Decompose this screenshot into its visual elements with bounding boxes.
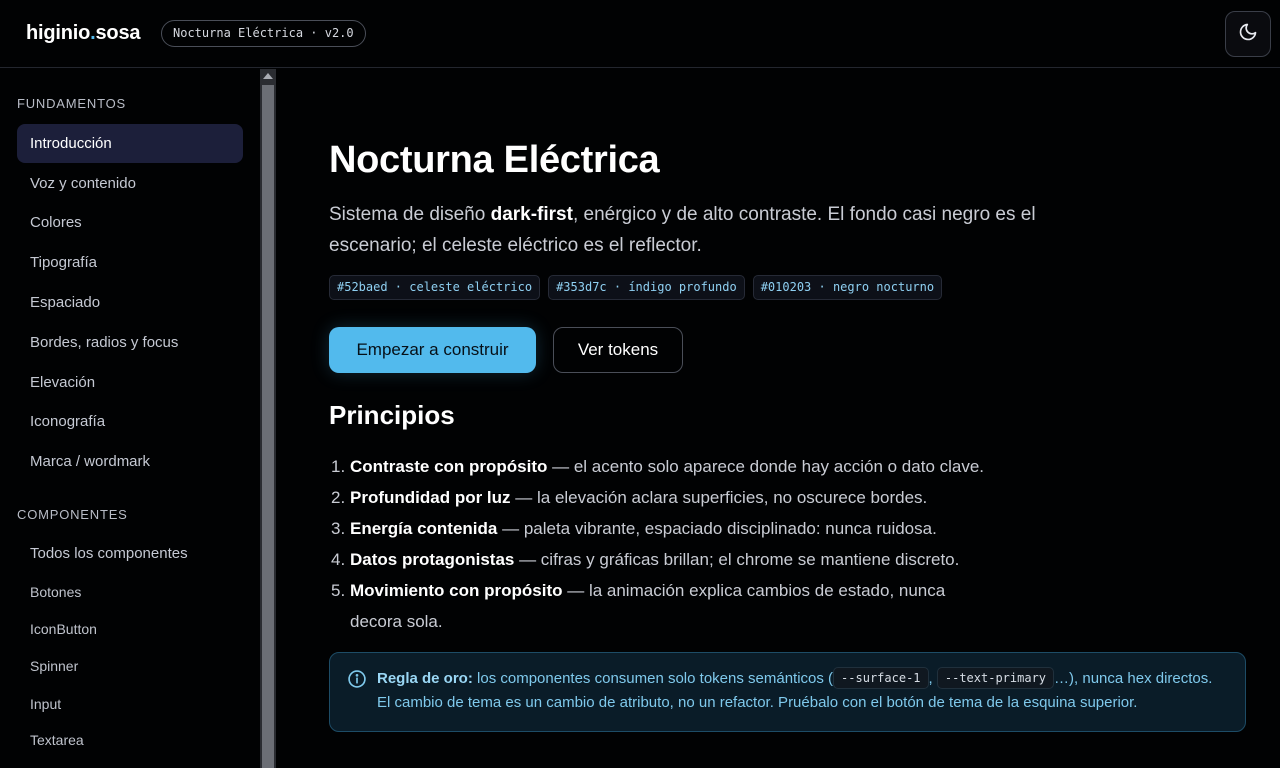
- scrollbar-thumb[interactable]: [262, 85, 274, 768]
- subtitle-text-start: Sistema de diseño: [329, 204, 491, 225]
- sidebar-scrollbar[interactable]: [260, 69, 276, 768]
- sidebar-item-todos-componentes[interactable]: Todos los componentes: [17, 534, 243, 573]
- sidebar-section-componentes: COMPONENTES: [17, 507, 128, 522]
- theme-toggle-button[interactable]: [1225, 11, 1271, 57]
- principle-title: Movimiento con propósito: [350, 581, 563, 600]
- sidebar-subitem-input[interactable]: Input: [30, 696, 61, 712]
- brand-surname: sosa: [95, 22, 141, 44]
- principle-title: Datos protagonistas: [350, 550, 515, 569]
- sidebar-subitem-iconbutton[interactable]: IconButton: [30, 621, 97, 637]
- principles-list: 1. Contraste con propósito — el acento so…: [329, 451, 1009, 637]
- sidebar-item-voz-y-contenido[interactable]: Voz y contenido: [17, 164, 243, 203]
- list-item: 4. Datos protagonistas — cifras y gráfica…: [329, 544, 1009, 575]
- principle-title: Profundidad por luz: [350, 488, 511, 507]
- sidebar-item-iconografia[interactable]: Iconografía: [17, 402, 243, 441]
- sidebar-subitem-spinner[interactable]: Spinner: [30, 658, 78, 674]
- page-subtitle: Sistema de diseño dark-first, enérgico y…: [329, 199, 1089, 261]
- sidebar-subitem-textarea[interactable]: Textarea: [30, 732, 84, 748]
- sidebar-item-bordes[interactable]: Bordes, radios y focus: [17, 323, 243, 362]
- sidebar-section-fundamentos: FUNDAMENTOS: [17, 96, 126, 111]
- sidebar-item-espaciado[interactable]: Espaciado: [17, 283, 243, 322]
- brand-name: higinio: [26, 22, 91, 44]
- callout-text: los componentes consumen solo tokens sem…: [472, 670, 834, 687]
- sidebar-item-elevacion[interactable]: Elevación: [17, 363, 243, 402]
- list-item: 2. Profundidad por luz — la elevación acl…: [329, 482, 1009, 513]
- principle-title: Energía contenida: [350, 519, 498, 538]
- info-icon: [347, 669, 367, 697]
- sidebar-item-marca[interactable]: Marca / wordmark: [17, 442, 243, 481]
- sidebar-subitem-botones[interactable]: Botones: [30, 584, 81, 600]
- principle-title: Contraste con propósito: [350, 457, 548, 476]
- list-number: 5.: [331, 581, 346, 600]
- list-item: 5. Movimiento con propósito — la animació…: [329, 575, 969, 637]
- callout-separator: ,: [928, 670, 933, 687]
- principle-text: — el acento solo aparece donde hay acció…: [547, 457, 985, 476]
- main-content: Nocturna Eléctrica Sistema de diseño dar…: [276, 69, 1280, 768]
- principle-text: — paleta vibrante, espaciado disciplinad…: [497, 519, 937, 538]
- code-token-text-primary: --text-primary: [936, 667, 1055, 689]
- callout-title: Regla de oro:: [377, 670, 473, 687]
- list-number: 3.: [331, 519, 346, 538]
- token-chip-negro: #010203 · negro nocturno: [752, 275, 943, 300]
- token-chip-indigo: #353d7c · índigo profundo: [548, 275, 745, 300]
- sidebar-nav: FUNDAMENTOS Introducción Voz y contenido…: [0, 69, 260, 768]
- sidebar-item-colores[interactable]: Colores: [17, 203, 243, 242]
- brand-wordmark[interactable]: higinio.sosa: [26, 22, 140, 45]
- scroll-up-arrow-icon[interactable]: [263, 73, 273, 79]
- subtitle-emphasis: dark-first: [490, 204, 573, 225]
- color-token-list: #52baed · celeste eléctrico #353d7c · ín…: [329, 275, 943, 300]
- golden-rule-callout: Regla de oro: los componentes consumen s…: [329, 652, 1246, 732]
- principles-heading: Principios: [329, 400, 455, 430]
- code-token-surface: --surface-1: [833, 667, 929, 689]
- list-number: 1.: [331, 457, 346, 476]
- version-badge: Nocturna Eléctrica · v2.0: [161, 20, 366, 47]
- list-number: 4.: [331, 550, 346, 569]
- token-chip-celeste: #52baed · celeste eléctrico: [329, 275, 541, 300]
- list-item: 1. Contraste con propósito — el acento so…: [329, 451, 1009, 482]
- list-item: 3. Energía contenida — paleta vibrante, e…: [329, 513, 1009, 544]
- principle-text: — cifras y gráficas brillan; el chrome s…: [514, 550, 960, 569]
- moon-icon: [1238, 22, 1258, 47]
- sidebar-item-introduccion[interactable]: Introducción: [17, 124, 243, 163]
- view-tokens-button[interactable]: Ver tokens: [553, 327, 683, 373]
- top-header: higinio.sosa Nocturna Eléctrica · v2.0: [0, 0, 1280, 68]
- start-building-button[interactable]: Empezar a construir: [329, 327, 536, 373]
- principle-text: — la elevación aclara superficies, no os…: [510, 488, 928, 507]
- list-number: 2.: [331, 488, 346, 507]
- sidebar-item-tipografia[interactable]: Tipografía: [17, 243, 243, 282]
- page-title: Nocturna Eléctrica: [329, 139, 660, 181]
